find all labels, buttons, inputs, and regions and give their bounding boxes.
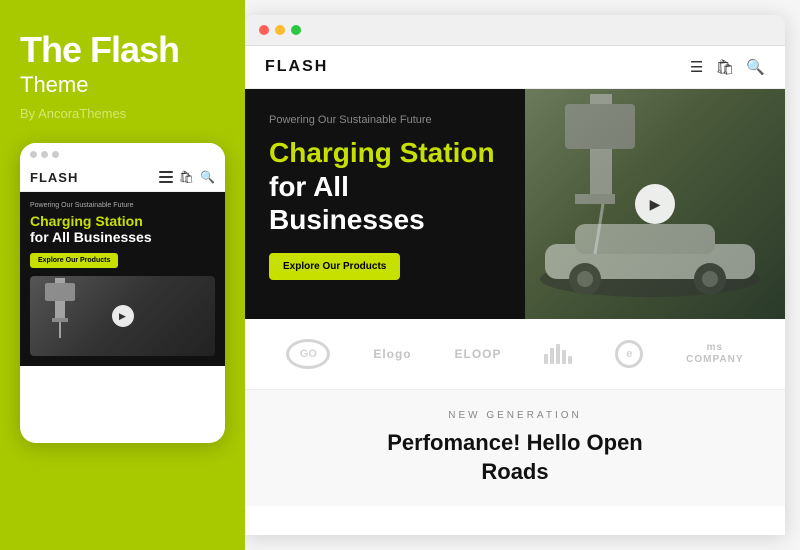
app-title: The Flash	[20, 30, 225, 70]
logo-e-circle: e	[615, 340, 643, 368]
site-nav: FLASH ☰ 🛍 🔍	[245, 46, 785, 89]
logos-bar: GO Elogo ELOOP	[245, 319, 785, 390]
mobile-hero-image: ▶	[30, 276, 215, 356]
mobile-search-icon[interactable]: 🔍	[200, 170, 215, 184]
app-author: By AncoraThemes	[20, 106, 225, 121]
bars-icon	[544, 344, 572, 364]
logo-company: ms COMPANY	[686, 342, 743, 366]
mobile-hero-title-green: Charging Station	[30, 213, 215, 230]
mobile-dot-1	[30, 151, 37, 158]
browser-bar	[245, 15, 785, 46]
mobile-hero: Powering Our Sustainable Future Charging…	[20, 192, 225, 367]
mobile-mockup: FLASH 🛍 🔍 Powering Our Sustainable Futur…	[20, 143, 225, 443]
mobile-nav: FLASH 🛍 🔍	[20, 166, 225, 192]
mobile-dot-3	[52, 151, 59, 158]
site-nav-icons: ☰ 🛍 🔍	[690, 58, 765, 76]
hero-cta-button[interactable]: Explore Our Products	[269, 253, 400, 280]
browser-maximize-dot	[291, 25, 301, 35]
content-section: NEW GENERATION Perfomance! Hello Open Ro…	[245, 390, 785, 506]
logo-eloop: ELOOP	[455, 347, 502, 361]
browser-minimize-dot	[275, 25, 285, 35]
hero-right-image: ▶	[525, 89, 785, 319]
mobile-hero-title-white: for All Businesses	[30, 229, 215, 245]
hero-left: Powering Our Sustainable Future Charging…	[245, 89, 525, 319]
browser-window: FLASH ☰ 🛍 🔍 Powering Our Sustainable Fut…	[245, 15, 785, 535]
app-subtitle: Theme	[20, 72, 225, 98]
mobile-top-bar	[20, 143, 225, 166]
mobile-nav-icons: 🛍 🔍	[159, 170, 215, 184]
hero-title-green: Charging Station	[269, 136, 501, 170]
company-logo-text: ms COMPANY	[686, 342, 743, 366]
browser-close-dot	[259, 25, 269, 35]
mobile-bag-icon[interactable]: 🛍	[179, 170, 194, 184]
mobile-dot-2	[41, 151, 48, 158]
mobile-charging-station-icon	[40, 278, 80, 348]
mobile-play-button[interactable]: ▶	[112, 305, 134, 327]
site-bag-icon[interactable]: 🛍	[715, 58, 734, 76]
site-logo: FLASH	[265, 58, 328, 76]
mobile-dots	[30, 151, 59, 158]
hero-play-button[interactable]: ▶	[635, 184, 675, 224]
content-tag: NEW GENERATION	[265, 410, 765, 421]
hamburger-icon[interactable]	[159, 171, 173, 183]
left-panel: The Flash Theme By AncoraThemes FLASH 🛍 …	[0, 0, 245, 550]
logo-go: GO	[286, 339, 330, 369]
hero-title-white: for All Businesses	[269, 170, 501, 237]
mobile-hero-small-text: Powering Our Sustainable Future	[30, 202, 215, 209]
eloop-text: ELOOP	[455, 347, 502, 361]
site-search-icon[interactable]: 🔍	[746, 58, 765, 76]
hero-small-text: Powering Our Sustainable Future	[269, 114, 501, 126]
logo-bars	[544, 344, 572, 364]
right-panel: FLASH ☰ 🛍 🔍 Powering Our Sustainable Fut…	[245, 0, 800, 550]
content-title: Perfomance! Hello Open Roads	[265, 429, 765, 486]
elogo-text: Elogo	[373, 347, 411, 361]
logo-elogo: Elogo	[373, 347, 411, 361]
site-hero: Powering Our Sustainable Future Charging…	[245, 89, 785, 319]
mobile-logo: FLASH	[30, 170, 78, 185]
mobile-cta-button[interactable]: Explore Our Products	[30, 253, 118, 268]
site-hamburger-icon[interactable]: ☰	[690, 58, 703, 76]
